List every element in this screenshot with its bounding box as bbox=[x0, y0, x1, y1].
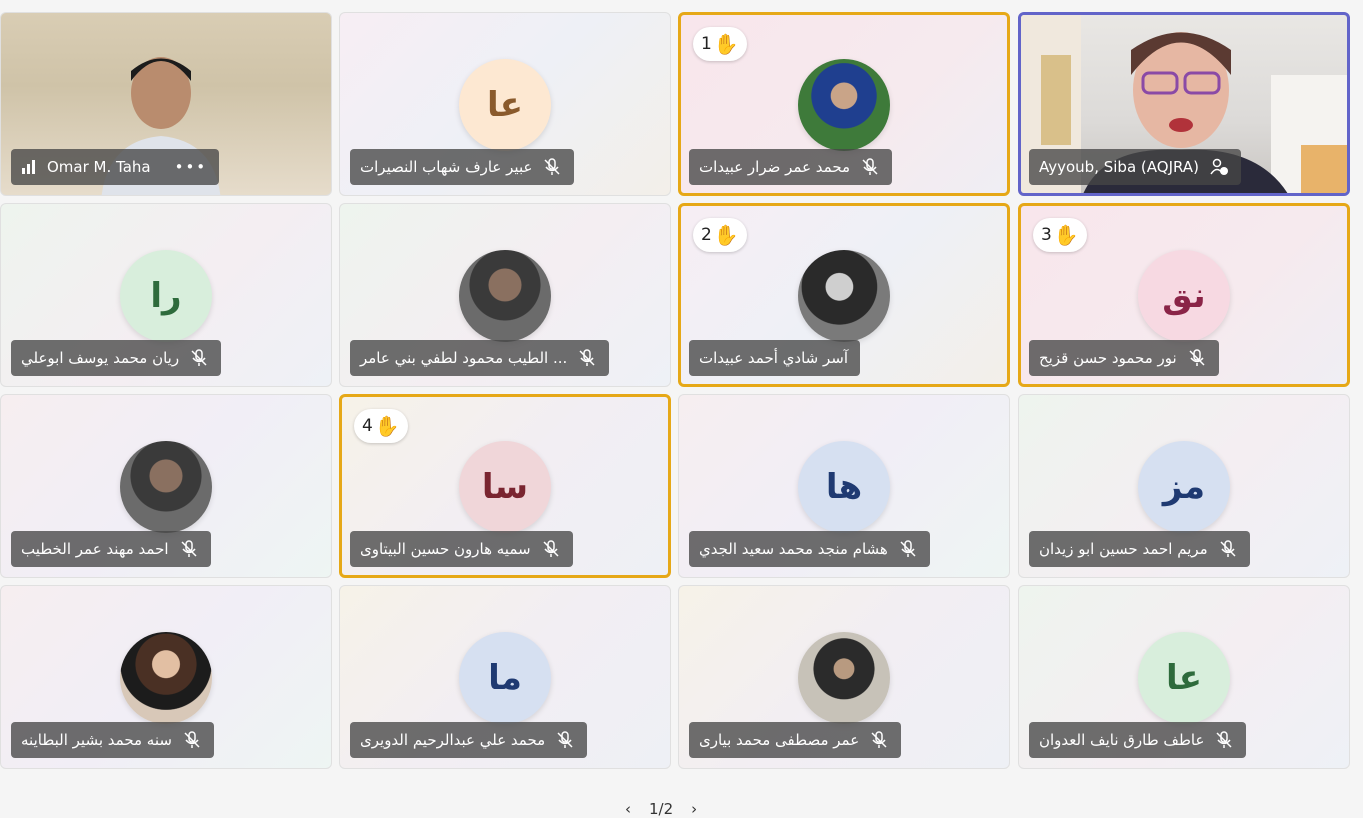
participant-label: عاطف طارق نايف العدوان bbox=[1029, 722, 1247, 758]
mic-muted-icon bbox=[1189, 349, 1205, 366]
avatar: عا bbox=[459, 59, 551, 151]
participant-name: مريم احمد حسين ابو زيدان bbox=[1039, 540, 1208, 558]
participant-tile-tayeb[interactable]: ... الطيب محمود لطفي بني عامر bbox=[339, 203, 671, 387]
participant-label: مريم احمد حسين ابو زيدان bbox=[1029, 531, 1250, 567]
participant-tile-omar[interactable]: Omar M. Taha ••• bbox=[0, 12, 332, 196]
participant-tile-omar-mustafa[interactable]: عمر مصطفى محمد بيارى bbox=[678, 585, 1010, 769]
participant-name: نور محمود حسن قزيح bbox=[1039, 349, 1177, 367]
mic-muted-icon bbox=[900, 540, 916, 557]
mic-muted-icon bbox=[544, 158, 560, 175]
mic-muted-icon bbox=[1220, 540, 1236, 557]
participant-label: محمد عمر ضرار عبيدات bbox=[689, 149, 893, 185]
participant-name: محمد علي عبدالرحيم الدويرى bbox=[360, 731, 546, 749]
participant-name: هشام منجد محمد سعيد الجدي bbox=[699, 540, 888, 558]
avatar: مز bbox=[1138, 441, 1230, 533]
participant-tile-hisham[interactable]: ها هشام منجد محمد سعيد الجدي bbox=[678, 394, 1010, 578]
raised-hand-badge: 1 ✋ bbox=[693, 27, 747, 61]
participant-label: آسر شادي أحمد عبيدات bbox=[689, 340, 861, 376]
avatar bbox=[120, 441, 212, 533]
avatar bbox=[798, 632, 890, 724]
participant-tile-mariam[interactable]: مز مريم احمد حسين ابو زيدان bbox=[1018, 394, 1350, 578]
raised-hand-badge: 3 ✋ bbox=[1033, 218, 1087, 252]
participant-name: Ayyoub, Siba (AQJRA) bbox=[1039, 158, 1199, 176]
mic-muted-icon bbox=[579, 349, 595, 366]
avatar: ها bbox=[798, 441, 890, 533]
mic-muted-icon bbox=[1216, 731, 1232, 748]
avatar: عا bbox=[1138, 632, 1230, 724]
raised-hand-badge: 2 ✋ bbox=[693, 218, 747, 252]
participant-tile-aser[interactable]: 2 ✋ آسر شادي أحمد عبيدات bbox=[678, 203, 1010, 387]
raised-hand-icon: ✋ bbox=[374, 414, 400, 438]
avatar: نق bbox=[1138, 250, 1230, 342]
mic-muted-icon bbox=[181, 540, 197, 557]
next-page-button[interactable]: › bbox=[691, 800, 697, 818]
participant-label: احمد مهند عمر الخطيب bbox=[11, 531, 211, 567]
page-pager: ‹ 1/2 › bbox=[625, 800, 697, 818]
mic-muted-icon bbox=[557, 731, 573, 748]
avatar: ما bbox=[459, 632, 551, 724]
participant-label: Omar M. Taha ••• bbox=[11, 149, 220, 185]
participant-tile-ahmad[interactable]: احمد مهند عمر الخطيب bbox=[0, 394, 332, 578]
participant-name: سميه هارون حسين البيتاوى bbox=[360, 540, 531, 558]
raised-hand-badge: 4 ✋ bbox=[354, 409, 408, 443]
participant-tile-siba[interactable]: Ayyoub, Siba (AQJRA) bbox=[1018, 12, 1350, 196]
avatar bbox=[120, 632, 212, 724]
participant-tile-sana[interactable]: سنه محمد بشير البطاينه bbox=[0, 585, 332, 769]
mic-muted-icon bbox=[191, 349, 207, 366]
participant-label: هشام منجد محمد سعيد الجدي bbox=[689, 531, 930, 567]
participant-tile-abeer[interactable]: عا عبير عارف شهاب النصيرات bbox=[339, 12, 671, 196]
participant-name: ريان محمد يوسف ابوعلي bbox=[21, 349, 180, 367]
participant-label: Ayyoub, Siba (AQJRA) bbox=[1029, 149, 1241, 185]
raised-hand-icon: ✋ bbox=[713, 32, 739, 56]
page-indicator: 1/2 bbox=[649, 800, 674, 818]
participant-name: Omar M. Taha bbox=[47, 158, 151, 176]
avatar bbox=[798, 59, 890, 151]
participant-label: ريان محمد يوسف ابوعلي bbox=[11, 340, 222, 376]
participant-tile-somaya[interactable]: 4 ✋ سا سميه هارون حسين البيتاوى bbox=[339, 394, 671, 578]
previous-page-button[interactable]: ‹ bbox=[625, 800, 631, 818]
participant-label: عمر مصطفى محمد بيارى bbox=[689, 722, 902, 758]
participant-name: آسر شادي أحمد عبيدات bbox=[699, 349, 849, 367]
raised-hand-icon: ✋ bbox=[713, 223, 739, 247]
participant-label: عبير عارف شهاب النصيرات bbox=[350, 149, 575, 185]
participant-tile-mohammad-ali[interactable]: ما محمد علي عبدالرحيم الدويرى bbox=[339, 585, 671, 769]
mic-muted-icon bbox=[871, 731, 887, 748]
raised-hand-icon: ✋ bbox=[1053, 223, 1079, 247]
participant-tile-mohammad-omar[interactable]: 1 ✋ محمد عمر ضرار عبيدات bbox=[678, 12, 1010, 196]
participant-tile-noor[interactable]: 3 ✋ نق نور محمود حسن قزيح bbox=[1018, 203, 1350, 387]
avatar bbox=[459, 250, 551, 342]
participant-name: ... الطيب محمود لطفي بني عامر bbox=[360, 349, 568, 367]
signal-icon bbox=[22, 160, 35, 174]
participant-label: نور محمود حسن قزيح bbox=[1029, 340, 1219, 376]
participant-label: ... الطيب محمود لطفي بني عامر bbox=[350, 340, 610, 376]
participant-name: عاطف طارق نايف العدوان bbox=[1039, 731, 1205, 749]
mic-muted-icon bbox=[184, 731, 200, 748]
participant-label: محمد علي عبدالرحيم الدويرى bbox=[350, 722, 588, 758]
participant-tile-atef[interactable]: عا عاطف طارق نايف العدوان bbox=[1018, 585, 1350, 769]
organizer-icon bbox=[1210, 158, 1228, 175]
mic-muted-icon bbox=[543, 540, 559, 557]
participant-label: سنه محمد بشير البطاينه bbox=[11, 722, 214, 758]
more-options-icon[interactable]: ••• bbox=[175, 158, 208, 176]
participant-tile-rayan[interactable]: را ريان محمد يوسف ابوعلي bbox=[0, 203, 332, 387]
participant-name: عبير عارف شهاب النصيرات bbox=[360, 158, 533, 176]
participant-name: عمر مصطفى محمد بيارى bbox=[699, 731, 860, 749]
participant-name: احمد مهند عمر الخطيب bbox=[21, 540, 169, 558]
participant-name: سنه محمد بشير البطاينه bbox=[21, 731, 172, 749]
avatar bbox=[798, 250, 890, 342]
mic-muted-icon bbox=[862, 158, 878, 175]
avatar: را bbox=[120, 250, 212, 342]
participant-name: محمد عمر ضرار عبيدات bbox=[699, 158, 851, 176]
avatar: سا bbox=[459, 441, 551, 533]
participant-label: سميه هارون حسين البيتاوى bbox=[350, 531, 573, 567]
